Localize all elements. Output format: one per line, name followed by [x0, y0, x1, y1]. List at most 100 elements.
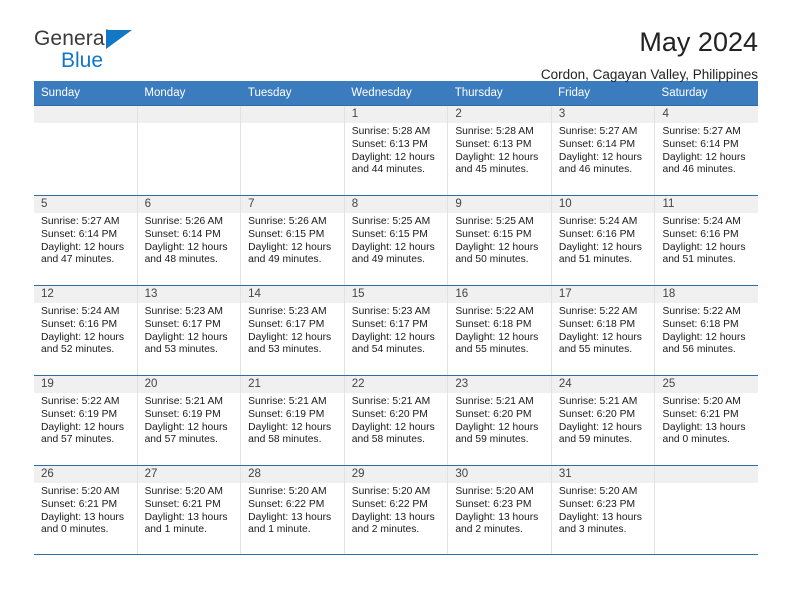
daylight-text: Daylight: 12 hours and 49 minutes.: [248, 241, 332, 266]
daylight-text: Daylight: 12 hours and 50 minutes.: [455, 241, 539, 266]
sunset-text: Sunset: 6:15 PM: [248, 228, 325, 240]
calendar-day-cell[interactable]: 5 Sunrise: 5:27 AM Sunset: 6:14 PM Daylight…: [34, 196, 137, 286]
daylight-text: Daylight: 12 hours and 59 minutes.: [558, 421, 642, 446]
day-sun-info: Sunrise: 5:23 AM Sunset: 6:17 PM Daylight:…: [241, 303, 344, 356]
day-sun-info: Sunrise: 5:26 AM Sunset: 6:15 PM Daylight:…: [241, 213, 344, 266]
calendar-day-cell[interactable]: 2 Sunrise: 5:28 AM Sunset: 6:13 PM Daylight…: [447, 106, 551, 196]
day-number: 19: [34, 376, 137, 394]
sunset-text: Sunset: 6:16 PM: [41, 318, 118, 330]
calendar-week-row: 5 Sunrise: 5:27 AM Sunset: 6:14 PM Daylight…: [34, 195, 759, 286]
day-number: 30: [448, 466, 551, 484]
calendar-day-cell[interactable]: 18 Sunrise: 5:22 AM Sunset: 6:18 PM Dayligh…: [654, 286, 759, 376]
calendar-day-cell[interactable]: 27 Sunrise: 5:20 AM Sunset: 6:21 PM Dayligh…: [136, 466, 241, 555]
day-number: 2: [448, 106, 551, 124]
calendar-day-cell[interactable]: 3 Sunrise: 5:27 AM Sunset: 6:14 PM Daylight…: [550, 106, 655, 196]
sunset-text: Sunset: 6:18 PM: [455, 318, 532, 330]
sunrise-text: Sunrise: 5:20 AM: [351, 486, 431, 498]
day-number: 16: [448, 286, 551, 304]
daylight-text: Daylight: 12 hours and 54 minutes.: [351, 331, 435, 356]
sunrise-text: Sunrise: 5:25 AM: [351, 216, 431, 228]
sunset-text: Sunset: 6:22 PM: [248, 498, 325, 510]
day-sun-info: Sunrise: 5:21 AM Sunset: 6:20 PM Daylight:…: [345, 393, 448, 446]
calendar-day-empty: [136, 106, 241, 196]
calendar-week-row: 12 Sunrise: 5:24 AM Sunset: 6:16 PM Dayligh…: [34, 285, 759, 376]
sunrise-text: Sunrise: 5:20 AM: [41, 486, 120, 498]
day-sun-info: Sunrise: 5:24 AM Sunset: 6:16 PM Daylight:…: [34, 303, 137, 356]
weekday-header-row: Sunday Monday Tuesday Wednesday Thursday Frid…: [34, 81, 758, 106]
calendar-day-cell[interactable]: 10 Sunrise: 5:24 AM Sunset: 6:16 PM Dayligh…: [550, 196, 655, 286]
calendar-week-row: 19 Sunrise: 5:22 AM Sunset: 6:19 PM Dayligh…: [34, 375, 759, 466]
day-number: 10: [551, 196, 655, 214]
sunset-text: Sunset: 6:13 PM: [455, 138, 532, 150]
day-sun-info: Sunrise: 5:20 AM Sunset: 6:23 PM Daylight:…: [448, 483, 551, 536]
daylight-text: Daylight: 12 hours and 57 minutes.: [41, 421, 124, 446]
daylight-text: Daylight: 13 hours and 1 minute.: [144, 511, 228, 536]
calendar-day-cell[interactable]: 16 Sunrise: 5:22 AM Sunset: 6:18 PM Dayligh…: [447, 286, 551, 376]
daylight-text: Daylight: 12 hours and 49 minutes.: [351, 241, 435, 266]
calendar-day-cell[interactable]: 15 Sunrise: 5:23 AM Sunset: 6:17 PM Dayligh…: [343, 286, 448, 376]
sunrise-text: Sunrise: 5:27 AM: [41, 216, 120, 228]
calendar-page: General Blue May 2024 Cordon, Cagayan Va…: [0, 0, 792, 612]
calendar-day-cell[interactable]: 24 Sunrise: 5:21 AM Sunset: 6:20 PM Dayligh…: [550, 376, 655, 466]
daylight-text: Daylight: 12 hours and 55 minutes.: [558, 331, 642, 356]
logo-text-general: General: [34, 27, 110, 50]
logo-triangle-icon: [106, 30, 132, 49]
sunrise-text: Sunrise: 5:20 AM: [558, 486, 638, 498]
sunset-text: Sunset: 6:15 PM: [455, 228, 532, 240]
calendar-day-cell[interactable]: 8 Sunrise: 5:25 AM Sunset: 6:15 PM Daylight…: [343, 196, 448, 286]
sunrise-text: Sunrise: 5:28 AM: [351, 126, 431, 138]
calendar-day-cell[interactable]: 20 Sunrise: 5:21 AM Sunset: 6:19 PM Dayligh…: [136, 376, 241, 466]
calendar-day-cell[interactable]: 23 Sunrise: 5:21 AM Sunset: 6:20 PM Dayligh…: [447, 376, 551, 466]
sunset-text: Sunset: 6:23 PM: [455, 498, 532, 510]
calendar-day-cell[interactable]: 30 Sunrise: 5:20 AM Sunset: 6:23 PM Dayligh…: [447, 466, 551, 555]
day-number: 18: [655, 286, 759, 304]
sunrise-text: Sunrise: 5:24 AM: [662, 216, 741, 228]
day-sun-info: Sunrise: 5:23 AM Sunset: 6:17 PM Daylight:…: [345, 303, 448, 356]
sunset-text: Sunset: 6:18 PM: [558, 318, 636, 330]
generalblue-logo[interactable]: General Blue: [34, 28, 154, 74]
calendar-day-cell[interactable]: 28 Sunrise: 5:20 AM Sunset: 6:22 PM Dayligh…: [240, 466, 344, 555]
calendar-day-cell[interactable]: 22 Sunrise: 5:21 AM Sunset: 6:20 PM Dayligh…: [343, 376, 448, 466]
sunset-text: Sunset: 6:14 PM: [41, 228, 118, 240]
calendar-day-cell[interactable]: 19 Sunrise: 5:22 AM Sunset: 6:19 PM Dayligh…: [34, 376, 137, 466]
daylight-text: Daylight: 13 hours and 3 minutes.: [558, 511, 642, 536]
day-number: 26: [34, 466, 137, 484]
calendar-day-cell[interactable]: 31 Sunrise: 5:20 AM Sunset: 6:23 PM Dayligh…: [550, 466, 655, 555]
calendar-day-cell[interactable]: 17 Sunrise: 5:22 AM Sunset: 6:18 PM Dayligh…: [550, 286, 655, 376]
calendar-day-cell[interactable]: 4 Sunrise: 5:27 AM Sunset: 6:14 PM Daylight…: [654, 106, 759, 196]
sunrise-text: Sunrise: 5:27 AM: [558, 126, 638, 138]
calendar-day-cell[interactable]: 7 Sunrise: 5:26 AM Sunset: 6:15 PM Daylight…: [240, 196, 344, 286]
sunrise-text: Sunrise: 5:24 AM: [41, 306, 120, 318]
day-sun-info: Sunrise: 5:21 AM Sunset: 6:20 PM Daylight:…: [448, 393, 551, 446]
calendar-day-cell[interactable]: 21 Sunrise: 5:21 AM Sunset: 6:19 PM Dayligh…: [240, 376, 344, 466]
daylight-text: Daylight: 13 hours and 1 minute.: [248, 511, 332, 536]
logo-text-blue: Blue: [61, 49, 104, 72]
sunset-text: Sunset: 6:17 PM: [248, 318, 325, 330]
daylight-text: Daylight: 13 hours and 0 minutes.: [662, 421, 746, 446]
daylight-text: Daylight: 12 hours and 46 minutes.: [662, 151, 746, 176]
calendar-day-cell[interactable]: 13 Sunrise: 5:23 AM Sunset: 6:17 PM Dayligh…: [136, 286, 241, 376]
daylight-text: Daylight: 12 hours and 58 minutes.: [248, 421, 332, 446]
day-number: 12: [34, 286, 137, 304]
calendar-day-cell[interactable]: 14 Sunrise: 5:23 AM Sunset: 6:17 PM Dayligh…: [240, 286, 344, 376]
calendar-day-cell[interactable]: 6 Sunrise: 5:26 AM Sunset: 6:14 PM Daylight…: [136, 196, 241, 286]
day-sun-info: Sunrise: 5:20 AM Sunset: 6:22 PM Daylight:…: [241, 483, 344, 536]
calendar-day-cell[interactable]: 25 Sunrise: 5:20 AM Sunset: 6:21 PM Dayligh…: [654, 376, 759, 466]
calendar-day-cell[interactable]: 29 Sunrise: 5:20 AM Sunset: 6:22 PM Dayligh…: [343, 466, 448, 555]
calendar-day-cell[interactable]: 9 Sunrise: 5:25 AM Sunset: 6:15 PM Daylight…: [447, 196, 551, 286]
daylight-text: Daylight: 12 hours and 51 minutes.: [558, 241, 642, 266]
sunrise-text: Sunrise: 5:24 AM: [558, 216, 638, 228]
calendar-day-cell[interactable]: 26 Sunrise: 5:20 AM Sunset: 6:21 PM Dayligh…: [34, 466, 137, 555]
weekday-header-friday: Friday: [558, 87, 591, 99]
sunset-text: Sunset: 6:19 PM: [248, 408, 325, 420]
day-sun-info: Sunrise: 5:22 AM Sunset: 6:18 PM Daylight:…: [448, 303, 551, 356]
calendar-day-cell[interactable]: 12 Sunrise: 5:24 AM Sunset: 6:16 PM Dayligh…: [34, 286, 137, 376]
calendar-day-cell[interactable]: 1 Sunrise: 5:28 AM Sunset: 6:13 PM Daylight…: [343, 106, 448, 196]
calendar-day-cell[interactable]: 11 Sunrise: 5:24 AM Sunset: 6:16 PM Dayligh…: [654, 196, 759, 286]
sunset-text: Sunset: 6:14 PM: [558, 138, 636, 150]
day-number: [655, 466, 759, 484]
day-number: 27: [137, 466, 241, 484]
day-sun-info: Sunrise: 5:20 AM Sunset: 6:21 PM Daylight:…: [138, 483, 241, 536]
weekday-header-saturday: Saturday: [661, 87, 708, 99]
sunset-text: Sunset: 6:20 PM: [558, 408, 636, 420]
